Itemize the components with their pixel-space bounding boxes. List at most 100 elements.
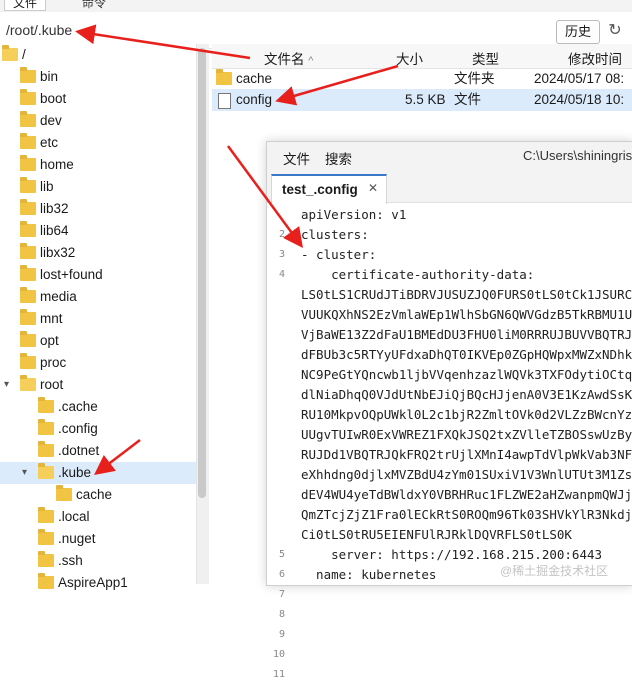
tree-item[interactable]: .ssh: [0, 550, 196, 572]
tree-item[interactable]: lib: [0, 176, 196, 198]
tree-item[interactable]: ▾ root: [0, 374, 196, 396]
tree-item[interactable]: cache: [0, 484, 196, 506]
folder-icon: [38, 397, 54, 413]
editor-tab[interactable]: test_.config ✕: [271, 174, 387, 204]
tree-item[interactable]: AspireApp1: [0, 572, 196, 594]
code-line: name: kubernetes: [301, 567, 437, 582]
line-number: 4: [278, 269, 285, 280]
line-number: 5: [278, 549, 285, 560]
line-number: 3: [278, 249, 285, 260]
tree-item-label: lost+found: [40, 267, 103, 282]
tree-item[interactable]: libx32: [0, 242, 196, 264]
folder-icon: [20, 111, 36, 127]
tree-item[interactable]: media: [0, 286, 196, 308]
column-name[interactable]: 文件名 ^: [264, 48, 313, 68]
path-input[interactable]: /root/.kube: [6, 22, 72, 38]
tree-item[interactable]: home: [0, 154, 196, 176]
tree-item-label: .kube: [58, 465, 92, 480]
file-row-config[interactable]: config 5.5 KB 文件 2024/05/18 10:: [212, 89, 632, 111]
folder-icon: [20, 287, 36, 303]
column-size[interactable]: 大小: [396, 48, 423, 68]
tree-item[interactable]: .nuget: [0, 528, 196, 550]
tree-item-label: mnt: [40, 311, 63, 326]
tab-commands[interactable]: 命令: [74, 0, 114, 10]
tree-item[interactable]: proc: [0, 352, 196, 374]
code-line: LS0tLS1CRUdJTiBDRVJUSUZJQ0FURS0tLS0tCk1J…: [301, 287, 632, 302]
folder-icon: [38, 419, 54, 435]
tree-item[interactable]: lib64: [0, 220, 196, 242]
tree-item-label: lib32: [40, 201, 69, 216]
code-line: apiVersion: v1: [301, 207, 407, 222]
folder-icon: [216, 69, 232, 85]
folder-icon: [20, 221, 36, 237]
close-icon[interactable]: ✕: [368, 181, 378, 195]
history-button[interactable]: 历史: [556, 20, 600, 44]
tree-item[interactable]: .cache: [0, 396, 196, 418]
code-line: clusters:: [301, 227, 369, 242]
tree-item[interactable]: boot: [0, 88, 196, 110]
tree-scrollbar-thumb[interactable]: [198, 48, 206, 498]
tree-item[interactable]: .local: [0, 506, 196, 528]
folder-icon: [20, 155, 36, 171]
code-line: VUUKQXhNS2EzVmlaWEp1WlhSbGN6QWVGdzB5TkRB…: [301, 307, 632, 322]
line-number: 6: [278, 569, 285, 580]
folder-icon: [20, 67, 36, 83]
editor-tab-label: test_.config: [282, 182, 358, 197]
tree-item-label: .ssh: [58, 553, 83, 568]
file-modified: 2024/05/18 10:: [534, 92, 625, 107]
chevron-down-icon[interactable]: ▾: [4, 374, 14, 396]
file-row-cache[interactable]: cache 文件夹 2024/05/17 08:: [212, 68, 632, 90]
tree-item[interactable]: opt: [0, 330, 196, 352]
tree-item[interactable]: ▾ .kube: [0, 462, 196, 484]
tree-item-label: opt: [40, 333, 59, 348]
tab-files[interactable]: 文件: [4, 0, 47, 11]
folder-icon: [38, 529, 54, 545]
tree-item-root[interactable]: /: [0, 44, 196, 66]
code-line: QmZTcjZjZ1Fra0lECkRtS0ROQm96Tk03SHVkYlR3…: [301, 507, 632, 522]
column-modified[interactable]: 修改时间: [568, 48, 622, 68]
tree-item[interactable]: mnt: [0, 308, 196, 330]
folder-icon: [20, 309, 36, 325]
tree-item[interactable]: dev: [0, 110, 196, 132]
folder-icon: [56, 485, 72, 501]
folder-icon: [2, 45, 18, 61]
file-size: 5.5 KB: [405, 92, 446, 107]
tree-item-label: dev: [40, 113, 62, 128]
tree-item[interactable]: bin: [0, 66, 196, 88]
folder-icon: [20, 177, 36, 193]
tree-item-label: .cache: [58, 399, 98, 414]
tree-item-label: media: [40, 289, 77, 304]
tree-item-label: AspireApp1: [58, 575, 128, 590]
tree-item[interactable]: lost+found: [0, 264, 196, 286]
menu-search[interactable]: 搜索: [325, 148, 352, 168]
tree-item-label: root: [40, 377, 64, 392]
tree-item-label: bin: [40, 69, 59, 84]
code-line: dlNiaDhqQ0VJdUtNbEJiQjBQcHJjenA0V3E1KzAw…: [301, 387, 632, 402]
tree-item-label: cache: [76, 487, 113, 502]
tree-item-label: .dotnet: [58, 443, 100, 458]
tree-item[interactable]: etc: [0, 132, 196, 154]
line-number: 10: [272, 649, 285, 660]
tree-item[interactable]: .dotnet: [0, 440, 196, 462]
code-area[interactable]: apiVersion: v1 clusters: - cluster: certif…: [301, 203, 632, 585]
folder-icon: [20, 353, 36, 369]
menu-file[interactable]: 文件: [283, 148, 310, 168]
folder-icon: [20, 331, 36, 347]
tree-item[interactable]: lib32: [0, 198, 196, 220]
chevron-down-icon[interactable]: ▾: [22, 462, 32, 484]
file-name: config: [236, 92, 273, 107]
sort-asc-icon: ^: [308, 55, 314, 67]
tree-item[interactable]: .config: [0, 418, 196, 440]
code-line: VjBaWE13Z2dFaU1BMEdDU3FHU0liM0RRRUJBUVVB…: [301, 327, 632, 342]
folder-icon: [20, 243, 36, 259]
code-line: NC9PeGtYQncwb1ljbVVqenhzazlWQVk3TXFOdyti…: [301, 367, 632, 382]
line-number: 8: [278, 609, 285, 620]
code-line: Ci0tLS0tRU5EIENFUlRJRklDQVRFLS0tLS0K: [301, 527, 572, 542]
refresh-icon[interactable]: ↻: [604, 20, 626, 42]
watermark: @稀土掘金技术社区: [500, 564, 609, 578]
column-type[interactable]: 类型: [472, 48, 499, 68]
folder-icon: [20, 133, 36, 149]
code-line: dEV4WU4yeTdBWldxY0VBRHRuc1FLZWE2aHZwanpm…: [301, 487, 632, 502]
tree-item-label: etc: [40, 135, 59, 150]
code-line: RUJDd1VBQTRJQkFRQ2trUjlXMnI4awpTdVlpWkVa…: [301, 447, 632, 462]
